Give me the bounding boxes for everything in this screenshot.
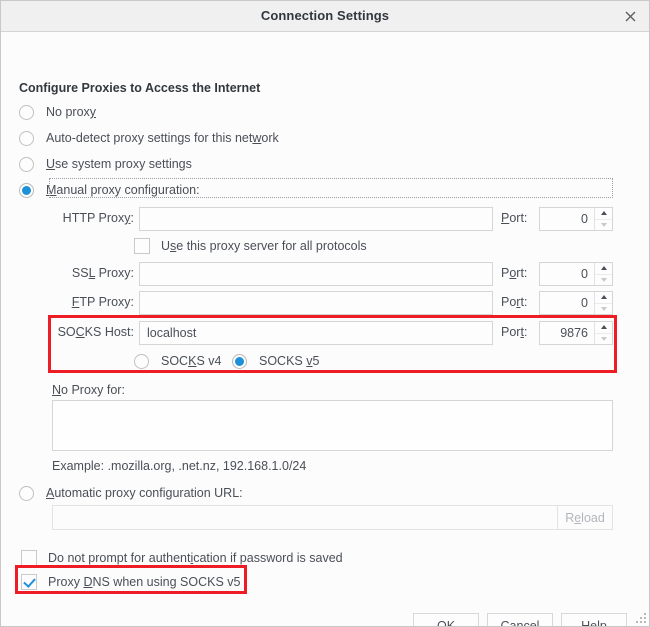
radio-socks-v4[interactable] — [134, 353, 149, 369]
spinner-down-icon[interactable] — [595, 302, 612, 315]
ssl-proxy-input[interactable] — [139, 262, 493, 286]
label-ftp-port: Port: — [501, 295, 528, 309]
reload-button[interactable]: Re load — [557, 505, 613, 530]
resize-grip-icon[interactable] — [635, 612, 646, 623]
radio-row-auto-config-url[interactable]: Automatic proxy configuration URL: — [19, 482, 243, 504]
ftp-port-value[interactable]: 0 — [540, 292, 594, 314]
dialog-title: Connection Settings — [260, 8, 390, 23]
radio-row-socks-v5[interactable]: SOCKS v5 — [232, 350, 319, 372]
radio-label-auto-detect-proxy: Auto-detect proxy settings for this netw… — [46, 131, 279, 145]
auto-config-url-input[interactable] — [52, 505, 558, 530]
no-proxy-textarea[interactable] — [52, 400, 613, 451]
socks-port-spinner[interactable]: 9876 — [539, 321, 613, 345]
radio-label-no-proxy: No proxy — [46, 105, 97, 119]
checkbox-row-do-not-prompt-auth[interactable]: Do not prompt for authentication if pass… — [21, 547, 343, 569]
http-port-value[interactable]: 0 — [540, 208, 594, 230]
spinner-up-icon[interactable] — [595, 263, 612, 274]
label-no-proxy-for: No Proxy for: — [52, 383, 125, 397]
radio-label-use-system-proxy: Use system proxy settings — [46, 157, 192, 171]
radio-row-socks-v4[interactable]: SOCKS v4 — [134, 350, 221, 372]
ftp-port-spinner[interactable]: 0 — [539, 291, 613, 315]
label-http-proxy: HTTP Proxy: — [62, 211, 134, 225]
radio-row-use-system-proxy[interactable]: Use system proxy settings — [19, 153, 192, 175]
close-icon[interactable] — [619, 6, 641, 27]
checkbox-row-proxy-dns-socks5[interactable]: Proxy DNS when using SOCKS v5 — [21, 571, 240, 593]
radio-row-auto-detect-proxy[interactable]: Auto-detect proxy settings for this netw… — [19, 127, 279, 149]
socks-port-arrows[interactable] — [594, 322, 612, 344]
spinner-down-icon[interactable] — [595, 273, 612, 286]
checkbox-do-not-prompt-auth[interactable] — [21, 550, 37, 566]
ssl-port-arrows[interactable] — [594, 263, 612, 285]
socks-host-input[interactable] — [139, 321, 493, 345]
http-port-arrows[interactable] — [594, 208, 612, 230]
radio-label-socks-v4: SOCKS v4 — [161, 354, 222, 368]
radio-label-socks-v5: SOCKS v5 — [259, 354, 320, 368]
spinner-up-icon[interactable] — [595, 208, 612, 219]
checkbox-label-do-not-prompt-auth: Do not prompt for authentication if pass… — [48, 551, 343, 565]
checkbox-proxy-dns-socks5[interactable] — [21, 574, 37, 590]
label-ftp-proxy: FTP Proxy: — [71, 295, 134, 309]
checkbox-label-proxy-dns-socks5: Proxy DNS when using SOCKS v5 — [48, 575, 241, 589]
connection-settings-dialog: Connection Settings Configure Proxies to… — [0, 0, 650, 627]
ssl-port-spinner[interactable]: 0 — [539, 262, 613, 286]
label-socks-host: SOCKS Host: — [57, 325, 134, 339]
page-title: Configure Proxies to Access the Internet — [19, 81, 261, 95]
label-ssl-port: Port: — [501, 266, 528, 280]
label-ssl-proxy: SSL Proxy: — [71, 266, 134, 280]
radio-auto-detect-proxy[interactable] — [19, 130, 34, 146]
ftp-port-arrows[interactable] — [594, 292, 612, 314]
http-proxy-input[interactable] — [139, 207, 493, 231]
spinner-down-icon[interactable] — [595, 218, 612, 231]
radio-label-auto-config-url: Automatic proxy configuration URL: — [46, 486, 243, 500]
ssl-port-value[interactable]: 0 — [540, 263, 594, 285]
cancel-button[interactable]: Cancel — [487, 613, 553, 626]
close-icon-glyph — [625, 11, 635, 22]
no-proxy-example-text: Example: .mozilla.org, .net.nz, 192.168.… — [52, 459, 307, 473]
radio-use-system-proxy[interactable] — [19, 156, 34, 172]
label-socks-port: Port: — [501, 325, 528, 339]
ftp-proxy-input[interactable] — [139, 291, 493, 315]
radio-no-proxy[interactable] — [19, 104, 34, 120]
http-port-spinner[interactable]: 0 — [539, 207, 613, 231]
checkbox-row-all-protocols[interactable]: Use this proxy server for all protocols — [134, 235, 367, 257]
checkbox-label-all-protocols: Use this proxy server for all protocols — [161, 239, 367, 253]
spinner-down-icon[interactable] — [595, 332, 612, 345]
label-http-port: Port: — [501, 211, 528, 225]
socks-port-value[interactable]: 9876 — [540, 322, 594, 344]
checkbox-all-protocols[interactable] — [134, 238, 150, 254]
ok-button[interactable]: OK — [413, 613, 479, 626]
radio-auto-config-url[interactable] — [19, 485, 34, 501]
radio-row-no-proxy[interactable]: No proxy — [19, 101, 96, 123]
radio-label-manual-proxy: Manual proxy configuration: — [46, 183, 200, 197]
radio-manual-proxy[interactable] — [19, 182, 34, 198]
dialog-body: Configure Proxies to Access the Internet… — [1, 32, 649, 626]
spinner-up-icon[interactable] — [595, 322, 612, 333]
spinner-up-icon[interactable] — [595, 292, 612, 303]
radio-socks-v5[interactable] — [232, 353, 247, 369]
dialog-titlebar: Connection Settings — [1, 1, 649, 32]
help-button[interactable]: Help — [561, 613, 627, 626]
radio-row-manual-proxy[interactable]: Manual proxy configuration: — [19, 179, 200, 201]
